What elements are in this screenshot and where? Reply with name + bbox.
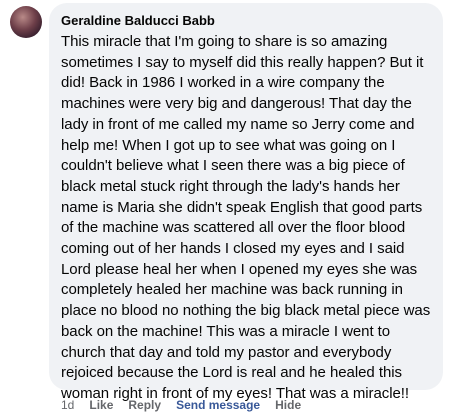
send-message-button[interactable]: Send message xyxy=(176,398,260,412)
hide-button[interactable]: Hide xyxy=(275,398,301,412)
comment-actions: 1d Like Reply Send message Hide xyxy=(61,397,316,413)
comment-text: This miracle that I'm going to share is … xyxy=(61,33,431,402)
reply-button[interactable]: Reply xyxy=(128,398,161,412)
like-button[interactable]: Like xyxy=(89,398,113,412)
comment-bubble: Geraldine Balducci Babb This miracle tha… xyxy=(49,3,443,402)
timestamp-link[interactable]: 1d xyxy=(61,398,74,412)
comment-author[interactable]: Geraldine Balducci Babb xyxy=(61,12,431,29)
avatar[interactable] xyxy=(10,6,42,38)
